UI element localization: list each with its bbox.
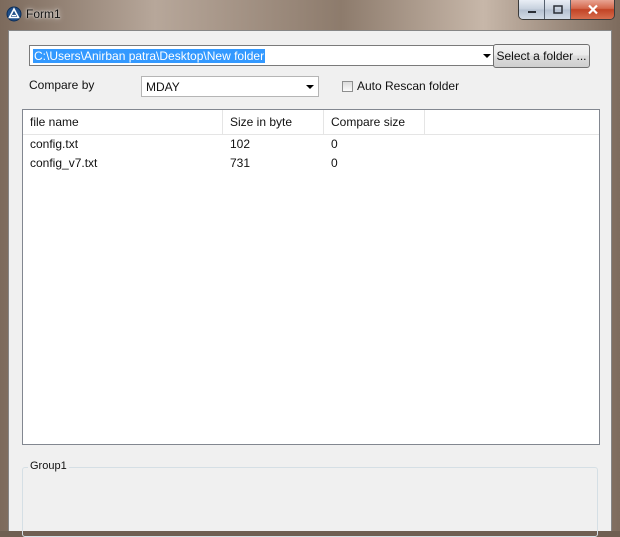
compare-by-label: Compare by: [29, 78, 95, 92]
compare-by-dropdown-button[interactable]: [301, 77, 318, 96]
close-button[interactable]: [571, 0, 614, 19]
cell-size: 102: [230, 137, 251, 151]
auto-rescan-checkbox[interactable]: [342, 80, 353, 92]
form-client-area: C:\Users\Anirban patra\Desktop\New folde…: [8, 30, 612, 537]
cell-file-name: config.txt: [30, 137, 79, 151]
file-list-view[interactable]: file name Size in byte Compare size conf…: [22, 109, 600, 445]
list-header: file name Size in byte Compare size: [23, 110, 599, 135]
maximize-button[interactable]: [545, 0, 571, 19]
table-row[interactable]: config_v7.txt 731 0: [23, 154, 599, 173]
maximize-icon: [552, 4, 563, 14]
app-icon: [6, 6, 22, 22]
select-folder-button[interactable]: Select a folder ...: [493, 44, 590, 68]
cell-compare-size: 0: [331, 156, 338, 170]
cell-size: 731: [230, 156, 251, 170]
minimize-button[interactable]: [519, 0, 545, 19]
table-row[interactable]: config.txt 102 0: [23, 135, 599, 154]
auto-rescan-label[interactable]: Auto Rescan folder: [357, 79, 459, 93]
column-header-file-name[interactable]: file name: [23, 110, 223, 134]
window-frame: Form1 C:\Users\Anirban patra\Desktop\New…: [0, 0, 620, 537]
folder-path-value[interactable]: C:\Users\Anirban patra\Desktop\New folde…: [33, 49, 266, 63]
window-title: Form1: [26, 7, 61, 21]
compare-by-value: MDAY: [146, 80, 180, 94]
cell-compare-size: 0: [331, 137, 338, 151]
close-icon: [587, 4, 598, 15]
group-box: Group1: [22, 460, 598, 537]
column-header-compare-size[interactable]: Compare size: [324, 110, 425, 134]
group-box-label: Group1: [28, 460, 69, 472]
title-bar[interactable]: Form1: [0, 0, 620, 28]
column-header-size[interactable]: Size in byte: [223, 110, 324, 134]
auto-rescan-checkbox-row[interactable]: Auto Rescan folder: [342, 79, 459, 93]
compare-by-combobox[interactable]: MDAY: [141, 76, 319, 97]
folder-path-combobox[interactable]: C:\Users\Anirban patra\Desktop\New folde…: [29, 45, 496, 66]
window-controls: [518, 0, 615, 20]
chevron-down-icon: [305, 84, 314, 89]
chevron-down-icon: [482, 53, 491, 58]
cell-file-name: config_v7.txt: [30, 156, 98, 170]
minimize-icon: [527, 10, 536, 13]
